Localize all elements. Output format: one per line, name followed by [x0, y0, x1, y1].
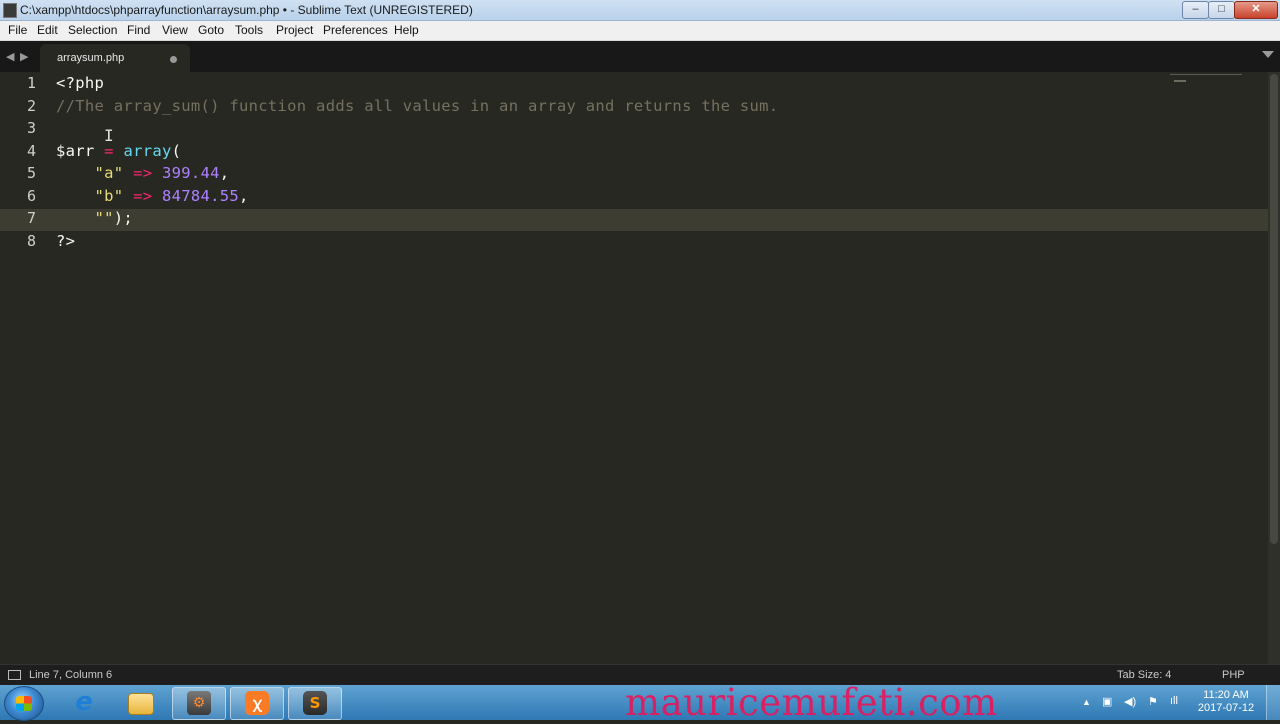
line-number: 7: [26, 209, 36, 227]
tab-size-selector[interactable]: Tab Size: 4: [1117, 669, 1171, 681]
tab-bar: ◀ ▶ arraysum.php: [0, 41, 1280, 72]
line-number: 2: [26, 96, 36, 115]
menu-find[interactable]: Find: [127, 23, 150, 37]
tab-list-dropdown-icon[interactable]: [1262, 51, 1274, 58]
folder-icon: [128, 693, 154, 715]
code-line[interactable]: //The array_sum() function adds all valu…: [56, 97, 778, 115]
menu-edit[interactable]: Edit: [37, 23, 58, 37]
taskbar-xampp[interactable]: ꭓ: [230, 687, 284, 720]
close-button[interactable]: ✕: [1234, 1, 1278, 19]
tab-label: arraysum.php: [57, 52, 125, 64]
cursor-position: Line 7, Column 6: [29, 669, 113, 681]
tool-app-icon: ⚙: [187, 691, 211, 715]
start-button[interactable]: [4, 686, 44, 721]
code-token: //The array_sum() function adds all valu…: [56, 96, 779, 115]
code-token: "": [94, 209, 114, 227]
code-token: $arr: [56, 141, 105, 160]
code-token: array: [123, 141, 172, 160]
windows-logo-icon: [16, 696, 32, 711]
taskbar-tool[interactable]: ⚙: [172, 687, 226, 720]
syntax-selector[interactable]: PHP: [1222, 669, 1245, 681]
minimap[interactable]: [1170, 74, 1242, 88]
menu-goto[interactable]: Goto: [198, 23, 224, 37]
minimize-button[interactable]: –: [1182, 1, 1209, 19]
vertical-scrollbar[interactable]: [1268, 72, 1280, 664]
menu-selection[interactable]: Selection: [68, 23, 117, 37]
xampp-icon: ꭓ: [245, 691, 269, 715]
internet-explorer-icon: e: [75, 687, 93, 717]
code-token: =>: [133, 186, 153, 205]
maximize-button[interactable]: □: [1208, 1, 1235, 19]
clock-time: 11:20 AM: [1203, 689, 1249, 701]
code-token: <?php: [56, 74, 105, 92]
line-number: 5: [26, 164, 36, 182]
sublime-app-icon: [3, 3, 17, 18]
network-icon[interactable]: ıll: [1170, 695, 1178, 707]
code-line[interactable]: "b" => 84784.55,: [56, 187, 249, 205]
menu-preferences[interactable]: Preferences: [323, 23, 388, 37]
code-token: ,: [219, 164, 230, 182]
device-icon[interactable]: ▣: [1102, 695, 1112, 708]
code-token: "b": [94, 186, 124, 205]
menu-help[interactable]: Help: [394, 23, 419, 37]
taskbar-file-explorer[interactable]: [114, 687, 166, 718]
windows-taskbar: e ⚙ ꭓ S mauricemufeti.com ▲ ▣ ◀) ⚑ ıll 1…: [0, 681, 1280, 724]
code-line[interactable]: $arr = array(: [56, 142, 181, 160]
text-cursor-icon: I: [104, 126, 114, 145]
taskbar-internet-explorer[interactable]: e: [58, 687, 110, 718]
taskbar-sublime-text[interactable]: S: [288, 687, 342, 720]
code-line[interactable]: ?>: [56, 232, 75, 250]
menu-file[interactable]: File: [8, 23, 27, 37]
code-token: ?>: [56, 231, 76, 250]
line-number: 4: [26, 141, 36, 160]
line-number: 1: [26, 74, 36, 92]
code-token: ,: [239, 186, 249, 205]
current-line-highlight: [0, 209, 1268, 231]
title-bar: C:\xampp\htdocs\phparrayfunction\arraysu…: [0, 0, 1280, 21]
code-token: =>: [133, 164, 153, 182]
window-title: C:\xampp\htdocs\phparrayfunction\arraysu…: [20, 3, 473, 17]
action-center-flag-icon[interactable]: ⚑: [1148, 695, 1158, 708]
volume-icon[interactable]: ◀): [1124, 695, 1136, 708]
code-token: );: [113, 209, 134, 227]
scrollbar-thumb[interactable]: [1270, 74, 1278, 544]
panel-toggle-icon[interactable]: [8, 670, 21, 680]
tab-forward-icon[interactable]: ▶: [20, 50, 28, 63]
menu-bar: File Edit Selection Find View Goto Tools…: [0, 21, 1280, 41]
menu-project[interactable]: Project: [276, 23, 313, 37]
line-number: 3: [26, 119, 36, 137]
line-number: 6: [26, 186, 36, 205]
code-token: 399.44: [161, 164, 220, 182]
code-line[interactable]: <?php: [56, 74, 104, 92]
sublime-text-icon: S: [303, 691, 327, 715]
tab-back-icon[interactable]: ◀: [6, 50, 14, 63]
tab-arraysum[interactable]: arraysum.php: [40, 44, 190, 72]
show-desktop-button[interactable]: [1266, 685, 1280, 720]
code-token: 84784.55: [161, 186, 240, 205]
menu-view[interactable]: View: [162, 23, 188, 37]
unsaved-dot-icon[interactable]: [170, 56, 177, 63]
menu-tools[interactable]: Tools: [235, 23, 263, 37]
code-line[interactable]: "");: [56, 209, 133, 227]
line-number: 8: [26, 231, 36, 250]
code-token: (: [171, 141, 182, 160]
system-clock[interactable]: 11:20 AM 2017-07-12: [1194, 689, 1258, 715]
code-line[interactable]: "a" => 399.44,: [56, 164, 230, 182]
code-editor[interactable]: 1 2 3 4 5 6 7 8 <?php //The array_sum() function…: [0, 72, 1280, 664]
clock-date: 2017-07-12: [1197, 702, 1255, 714]
show-hidden-icons-icon[interactable]: ▲: [1082, 697, 1091, 707]
code-token: "a": [94, 164, 124, 182]
watermark-text: mauricemufeti.com: [625, 681, 998, 724]
